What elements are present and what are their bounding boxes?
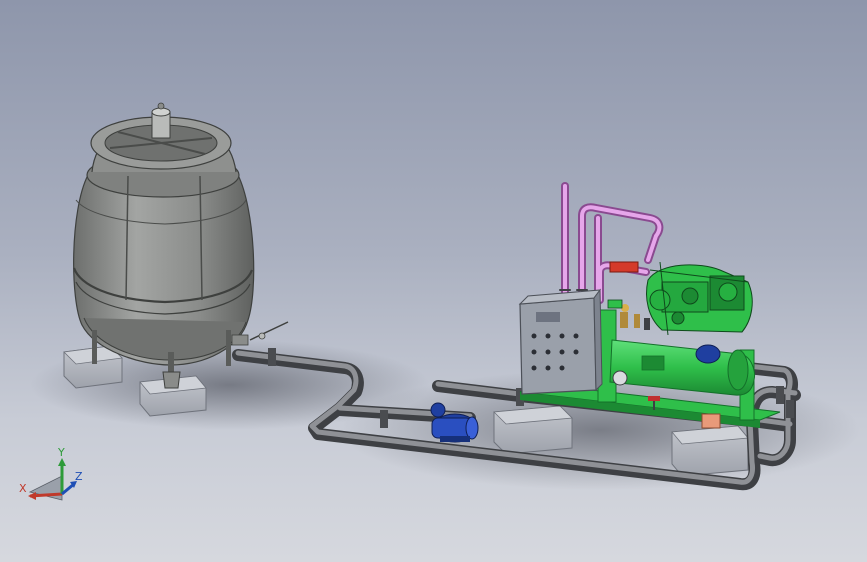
compressor-fittings [620,304,650,330]
triad-z-label: Z [75,470,83,483]
triad-z-axis [61,482,75,496]
chiller-base-left [493,405,573,455]
triad-x-label: X [19,482,27,495]
chiller-base-right [671,425,749,477]
refrigerant-piping[interactable] [559,182,664,304]
fan-motor [151,102,171,139]
triad-y-label: Y [57,446,65,459]
coordinate-triad: X Y Z [19,446,83,501]
control-panel[interactable] [518,288,603,395]
cad-viewport[interactable]: X Y Z [0,0,867,562]
strainer [701,413,721,429]
